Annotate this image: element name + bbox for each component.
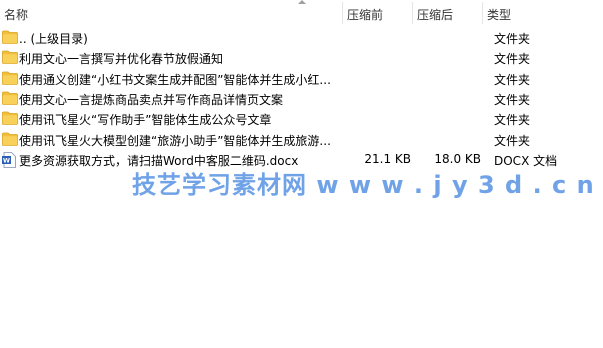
column-divider[interactable] xyxy=(412,2,413,24)
size-after: 18.0 KB xyxy=(434,151,481,166)
word-doc-icon: W xyxy=(2,151,18,168)
header-compressed[interactable]: 压缩前 xyxy=(347,6,383,23)
header-uncompressed[interactable]: 压缩后 xyxy=(417,6,453,23)
file-type: 文件夹 xyxy=(494,113,531,128)
file-name: 使用文心一言提炼商品卖点并写作商品详情页文案 xyxy=(19,92,284,107)
header-type[interactable]: 类型 xyxy=(487,6,511,23)
file-type: 文件夹 xyxy=(494,52,531,67)
svg-text:W: W xyxy=(3,156,10,164)
size-before: 21.1 KB xyxy=(364,151,411,166)
file-row[interactable]: 使用通义创建“小红书文案生成并配图”智能体并生成小红... 文件夹 xyxy=(0,68,603,88)
file-type: 文件夹 xyxy=(494,92,531,107)
header-name[interactable]: 名称 xyxy=(4,6,28,23)
sort-up-icon xyxy=(298,0,306,4)
watermark-text: 技艺学习素材网 w w w . j y 3 d . c n xyxy=(132,171,595,199)
file-row[interactable]: 使用讯飞星火大模型创建“旅游小助手”智能体并生成旅游... 文件夹 xyxy=(0,129,603,149)
folder-icon xyxy=(2,71,18,85)
column-header: 名称 压缩前 压缩后 类型 xyxy=(0,0,603,26)
folder-icon xyxy=(2,30,18,44)
file-row[interactable]: 使用文心一言提炼商品卖点并写作商品详情页文案 文件夹 xyxy=(0,88,603,108)
file-row[interactable]: 使用讯飞星火“写作助手”智能体生成公众号文章 文件夹 xyxy=(0,108,603,128)
file-type: 文件夹 xyxy=(494,32,531,46)
column-divider[interactable] xyxy=(342,2,343,24)
file-type: 文件夹 xyxy=(494,72,531,87)
file-name: .. (上级目录) xyxy=(19,32,88,46)
file-row[interactable]: .. (上级目录) 文件夹 xyxy=(0,27,603,47)
column-divider[interactable] xyxy=(482,2,483,24)
file-type: 文件夹 xyxy=(494,133,531,148)
folder-icon xyxy=(2,91,18,105)
file-name: 使用通义创建“小红书文案生成并配图”智能体并生成小红... xyxy=(19,72,331,87)
file-name: 利用文心一言撰写并优化春节放假通知 xyxy=(19,52,224,67)
folder-icon xyxy=(2,111,18,126)
file-row[interactable]: 利用文心一言撰写并优化春节放假通知 文件夹 xyxy=(0,47,603,67)
file-name: 使用讯飞星火“写作助手”智能体生成公众号文章 xyxy=(19,113,272,128)
file-name: 使用讯飞星火大模型创建“旅游小助手”智能体并生成旅游... xyxy=(19,133,331,148)
folder-icon xyxy=(2,50,18,65)
folder-icon xyxy=(2,132,18,146)
